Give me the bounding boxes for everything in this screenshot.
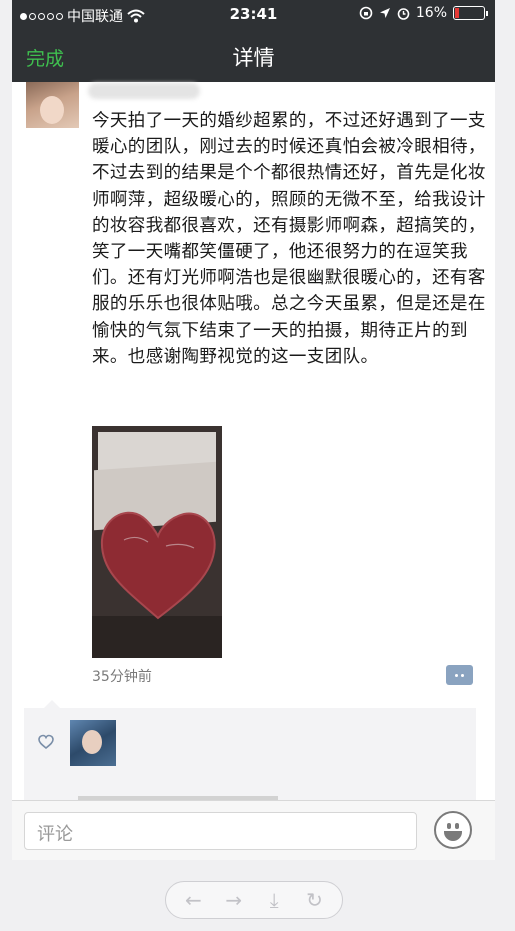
battery-icon [453, 6, 488, 20]
comment-icon[interactable] [446, 665, 473, 685]
status-bar: 中国联通 23:41 16% [12, 0, 495, 30]
author-name-blurred[interactable] [88, 83, 200, 99]
navigation-bar: 完成 详情 [12, 30, 495, 82]
heart-box-image [100, 511, 216, 620]
phone-screen: 中国联通 23:41 16% 完成 详情 今天拍了一天的婚纱超累的，不过还好遇到… [12, 0, 495, 860]
back-arrow-icon[interactable]: ← [180, 888, 206, 912]
liker-avatar[interactable] [70, 720, 116, 766]
refresh-icon[interactable]: ↻ [302, 888, 328, 912]
author-avatar[interactable] [26, 82, 79, 128]
forward-arrow-icon[interactable]: → [221, 888, 247, 912]
browser-navigation: ← → ⤓ ↻ [165, 881, 343, 919]
page-title: 详情 [232, 46, 275, 70]
heart-icon [38, 734, 54, 750]
download-icon[interactable]: ⤓ [261, 888, 287, 912]
post-text: 今天拍了一天的婚纱超累的，不过还好遇到了一支暖心的团队，刚过去的时候还真怕会被冷… [92, 111, 486, 367]
emoji-icon[interactable] [434, 811, 472, 849]
comment-bar: 评论 [12, 800, 495, 860]
likes-section [24, 700, 476, 802]
post-timestamp: 35分钟前 [92, 669, 152, 685]
post-photo[interactable] [92, 426, 222, 658]
alarm-icon [397, 7, 410, 20]
location-icon [379, 8, 390, 18]
battery-percent: 16% [415, 5, 447, 21]
comment-input[interactable]: 评论 [24, 812, 417, 850]
status-right: 16% [359, 5, 488, 21]
rotation-lock-icon [359, 6, 373, 20]
